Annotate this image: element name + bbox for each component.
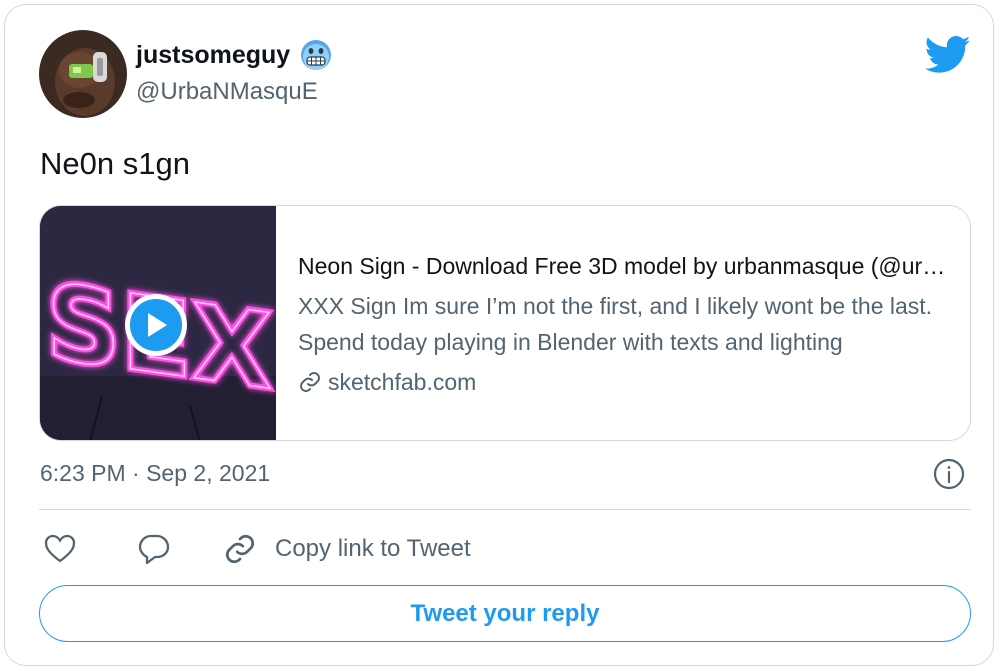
avatar[interactable] <box>39 30 127 118</box>
link-domain-text: sketchfab.com <box>328 369 477 395</box>
tweet-text: Ne0n s1gn <box>40 146 190 181</box>
play-icon[interactable] <box>125 294 187 356</box>
link-description: XXX Sign Im sure I’m not the first, and … <box>298 293 933 355</box>
link-preview-card[interactable]: SEX SEX Neon Sign - Download Free 3D mod… <box>39 205 971 441</box>
author-handle[interactable]: @UrbaNMasquE <box>136 78 318 106</box>
copy-link-label: Copy link to Tweet <box>275 535 471 562</box>
divider <box>39 509 971 510</box>
info-icon[interactable] <box>933 458 965 490</box>
tweet-timestamp[interactable]: 6:23 PM · Sep 2, 2021 <box>40 460 270 487</box>
link-title[interactable]: Neon Sign - Download Free 3D model by ur… <box>298 250 948 282</box>
tweet-your-reply-button[interactable]: Tweet your reply <box>39 585 971 642</box>
reply-button[interactable] <box>137 529 171 569</box>
grimacing-face-emoji-icon <box>300 39 332 71</box>
link-card-body: Neon Sign - Download Free 3D model by ur… <box>298 250 948 398</box>
tweet-actions: Copy link to Tweet <box>39 529 639 569</box>
link-domain[interactable]: sketchfab.com <box>298 366 948 398</box>
reply-bubble-icon <box>138 534 170 565</box>
author-name-text: justsomeguy <box>136 40 291 69</box>
link-icon <box>300 372 320 392</box>
link-icon <box>225 534 255 564</box>
heart-icon <box>44 534 76 563</box>
author-name[interactable]: justsomeguy <box>136 39 332 71</box>
link-thumbnail[interactable]: SEX SEX <box>40 206 276 440</box>
like-button[interactable] <box>43 529 77 569</box>
twitter-bird-icon[interactable] <box>924 35 971 75</box>
tweet-card: justsomeguy @UrbaNMasquE Ne0n s1gn Neon … <box>4 4 994 666</box>
copy-link-button[interactable]: Copy link to Tweet <box>223 529 471 569</box>
